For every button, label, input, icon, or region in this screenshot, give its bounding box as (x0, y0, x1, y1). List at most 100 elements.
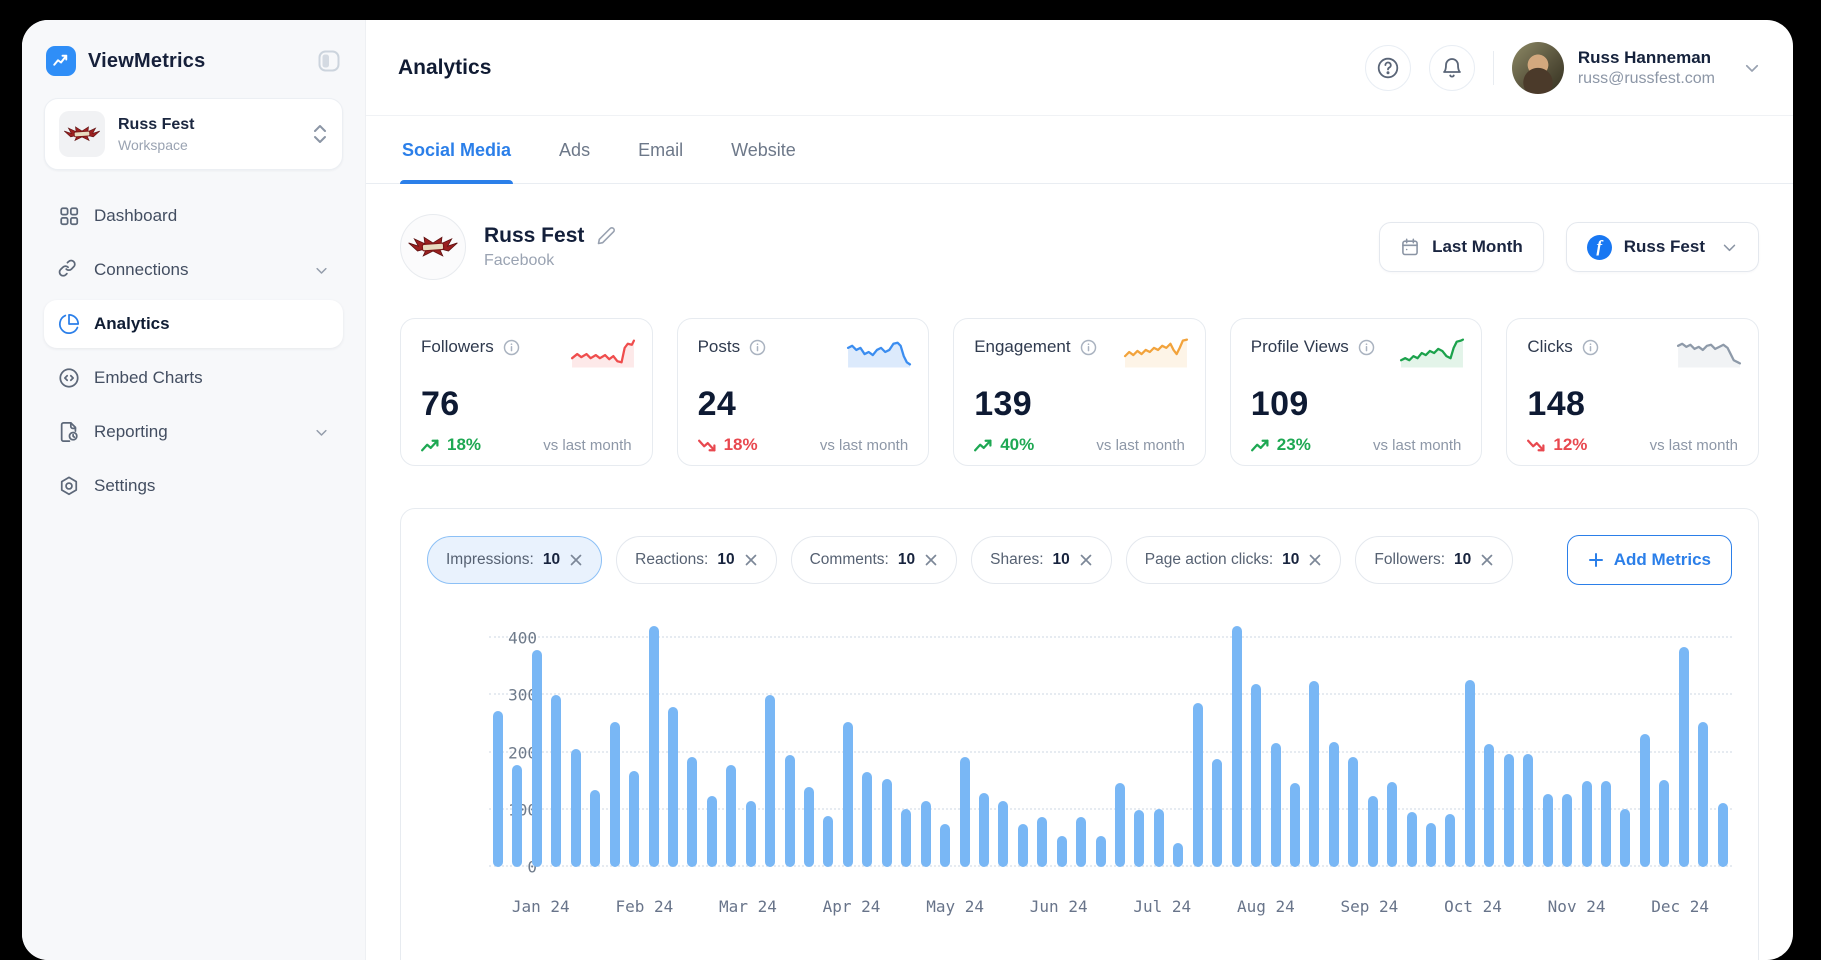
edit-pencil-icon[interactable] (596, 226, 616, 246)
chip-reactions[interactable]: Reactions: 10 (616, 536, 776, 584)
chart-bar[interactable] (804, 787, 814, 867)
chip-shares[interactable]: Shares: 10 (971, 536, 1112, 584)
chart-bar[interactable] (1212, 759, 1222, 867)
chart-bar[interactable] (1718, 803, 1728, 867)
chart-bar[interactable] (1232, 626, 1242, 867)
tab-website[interactable]: Website (729, 116, 798, 183)
chart-bar[interactable] (882, 779, 892, 867)
chart-bar[interactable] (1601, 781, 1611, 867)
chart-bar[interactable] (1193, 703, 1203, 867)
chart-bar[interactable] (1115, 783, 1125, 867)
tab-email[interactable]: Email (636, 116, 685, 183)
chart-bar[interactable] (726, 765, 736, 867)
chip-page-action-clicks[interactable]: Page action clicks: 10 (1126, 536, 1342, 584)
chart-bar[interactable] (998, 801, 1008, 867)
date-range-button[interactable]: Last Month (1379, 222, 1544, 272)
account-select-button[interactable]: f Russ Fest (1566, 222, 1759, 272)
help-button[interactable] (1365, 45, 1411, 91)
chart-bar[interactable] (940, 824, 950, 867)
chart-bar[interactable] (1271, 743, 1281, 867)
chart-bar[interactable] (1057, 836, 1067, 867)
chart-bar[interactable] (1407, 812, 1417, 867)
info-icon[interactable] (1358, 339, 1375, 356)
chart-bar[interactable] (765, 695, 775, 867)
chart-bar[interactable] (1018, 824, 1028, 867)
chart-bar[interactable] (1329, 742, 1339, 867)
chart-bar[interactable] (1620, 809, 1630, 867)
chart-bar[interactable] (1504, 754, 1514, 867)
chart-bar[interactable] (512, 765, 522, 867)
sidebar-collapse-icon[interactable] (317, 49, 341, 73)
sidebar-item-dashboard[interactable]: Dashboard (44, 192, 343, 240)
tab-ads[interactable]: Ads (557, 116, 592, 183)
chart-bar[interactable] (1348, 757, 1358, 867)
info-icon[interactable] (1582, 339, 1599, 356)
sidebar-item-analytics[interactable]: Analytics (44, 300, 343, 348)
notifications-button[interactable] (1429, 45, 1475, 91)
remove-chip-icon[interactable] (1308, 553, 1322, 567)
chart-bar[interactable] (1134, 810, 1144, 867)
sidebar-item-reporting[interactable]: Reporting (44, 408, 343, 456)
chart-bar[interactable] (746, 801, 756, 867)
chart-bar[interactable] (1426, 823, 1436, 867)
chart-bar[interactable] (921, 801, 931, 867)
chart-bar[interactable] (823, 816, 833, 867)
add-metrics-button[interactable]: Add Metrics (1567, 535, 1732, 585)
chart-bar[interactable] (590, 790, 600, 867)
chart-bar[interactable] (668, 707, 678, 867)
sidebar-item-settings[interactable]: Settings (44, 462, 343, 510)
chart-bar[interactable] (1640, 734, 1650, 867)
chart-bar[interactable] (1309, 681, 1319, 868)
chart-bar[interactable] (862, 772, 872, 867)
chart-bar[interactable] (1173, 843, 1183, 867)
chart-bar[interactable] (1076, 817, 1086, 867)
info-icon[interactable] (749, 339, 766, 356)
chart-bar[interactable] (785, 755, 795, 867)
chart-bar[interactable] (687, 757, 697, 867)
chip-followers[interactable]: Followers: 10 (1355, 536, 1513, 584)
chart-bar[interactable] (1154, 809, 1164, 867)
chart-bar[interactable] (1543, 794, 1553, 867)
workspace-switcher[interactable]: Russ Fest Workspace (44, 98, 343, 170)
chart-bar[interactable] (1523, 754, 1533, 867)
chart-bar[interactable] (1659, 780, 1669, 867)
chart-bar[interactable] (1484, 744, 1494, 867)
chip-comments[interactable]: Comments: 10 (791, 536, 958, 584)
chart-bar[interactable] (1290, 783, 1300, 867)
chart-bar[interactable] (551, 695, 561, 867)
remove-chip-icon[interactable] (744, 553, 758, 567)
sidebar-item-connections[interactable]: Connections (44, 246, 343, 294)
chart-bar[interactable] (1445, 814, 1455, 867)
chart-bar[interactable] (901, 809, 911, 867)
chart-bar[interactable] (979, 793, 989, 867)
remove-chip-icon[interactable] (1079, 553, 1093, 567)
chart-bar[interactable] (610, 722, 620, 867)
chart-bar[interactable] (1698, 722, 1708, 867)
chart-bar[interactable] (707, 796, 717, 867)
chart-bar[interactable] (1465, 680, 1475, 867)
chart-bar[interactable] (1368, 796, 1378, 867)
info-icon[interactable] (503, 339, 520, 356)
chart-bar[interactable] (960, 757, 970, 867)
user-menu[interactable]: Russ Hanneman russ@russfest.com (1512, 42, 1761, 94)
chart-bar[interactable] (1096, 836, 1106, 867)
chart-bar[interactable] (649, 626, 659, 867)
tab-social-media[interactable]: Social Media (400, 116, 513, 183)
remove-chip-icon[interactable] (1480, 553, 1494, 567)
chart-bar[interactable] (1562, 794, 1572, 867)
chart-bar[interactable] (629, 771, 639, 867)
chart-bar[interactable] (1251, 684, 1261, 867)
chart-bar[interactable] (532, 650, 542, 867)
chart-bar[interactable] (571, 749, 581, 867)
sidebar-item-embed-charts[interactable]: Embed Charts (44, 354, 343, 402)
chart-bar[interactable] (843, 722, 853, 867)
chart-bar[interactable] (1037, 817, 1047, 867)
chart-bar[interactable] (1582, 781, 1592, 867)
info-icon[interactable] (1080, 339, 1097, 356)
remove-chip-icon[interactable] (569, 553, 583, 567)
chart-bar[interactable] (1679, 647, 1689, 867)
remove-chip-icon[interactable] (924, 553, 938, 567)
chip-impressions[interactable]: Impressions: 10 (427, 536, 602, 584)
chart-bar[interactable] (1387, 782, 1397, 867)
chart-bar[interactable] (493, 711, 503, 867)
